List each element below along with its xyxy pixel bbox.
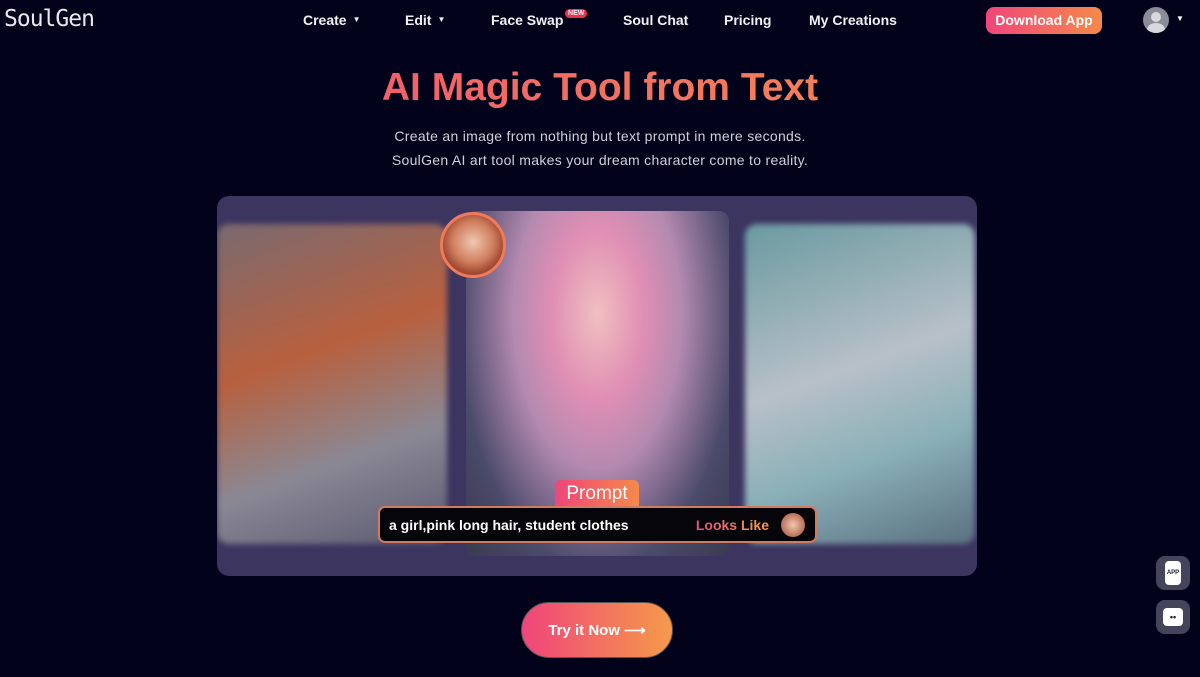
prompt-tag: Prompt [555, 480, 639, 508]
nav-label: Face Swap [491, 12, 564, 28]
user-avatar[interactable] [1143, 7, 1169, 33]
top-nav: SoulGen Create ▼ Edit ▼ Face Swap NEW Soul … [0, 0, 1200, 42]
nav-face-swap[interactable]: Face Swap NEW [491, 9, 588, 28]
reference-face-image [440, 212, 506, 278]
app-download-float-button[interactable]: APP [1156, 556, 1190, 590]
page-title: AI Magic Tool from Text [0, 66, 1200, 110]
nav-label: Edit [405, 12, 432, 28]
nav-label: Create [303, 12, 347, 28]
blurred-image-right[interactable] [745, 224, 975, 544]
nav-pricing[interactable]: Pricing [724, 12, 771, 28]
nav-create[interactable]: Create ▼ [303, 12, 361, 28]
looks-like-label: Looks Like [695, 517, 769, 533]
subtitle-line-1: Create an image from nothing but text pr… [394, 128, 806, 144]
prompt-text: a girl,pink long hair, student clothes [389, 517, 629, 533]
looks-like-face-thumbnail [781, 513, 805, 537]
phone-app-icon: APP [1165, 561, 1181, 585]
try-it-now-button[interactable]: Try it Now ⟶ [521, 602, 673, 658]
prompt-box: a girl,pink long hair, student clothes L… [378, 506, 817, 543]
arrow-right-icon: ⟶ [624, 622, 646, 639]
chat-bot-icon: •• [1163, 608, 1183, 626]
new-badge: NEW [565, 9, 588, 18]
nav-edit[interactable]: Edit ▼ [405, 12, 445, 28]
download-app-button[interactable]: Download App [986, 7, 1102, 34]
caret-down-icon[interactable]: ▼ [1176, 14, 1184, 23]
nav-soul-chat[interactable]: Soul Chat [623, 12, 688, 28]
caret-down-icon: ▼ [437, 15, 446, 24]
subtitle-line-2: SoulGen AI art tool makes your dream cha… [391, 152, 809, 168]
logo[interactable]: SoulGen [4, 6, 95, 32]
blurred-image-left[interactable] [217, 224, 447, 544]
caret-down-icon: ▼ [352, 15, 361, 24]
cta-label: Try it Now [548, 622, 620, 639]
chat-float-button[interactable]: •• [1156, 600, 1190, 634]
nav-my-creations[interactable]: My Creations [809, 12, 897, 28]
